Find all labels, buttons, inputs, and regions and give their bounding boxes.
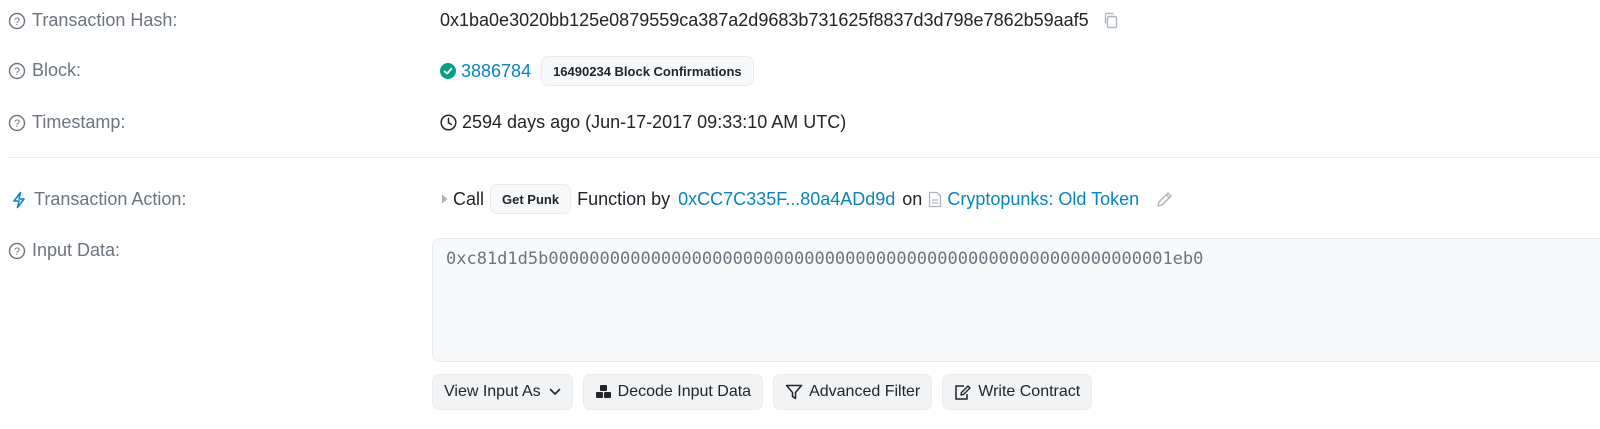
decode-input-data-button[interactable]: Decode Input Data <box>582 374 764 410</box>
block-value-group: 3886784 16490234 Block Confirmations <box>440 56 754 86</box>
svg-text:?: ? <box>14 66 20 78</box>
lightning-icon <box>13 191 25 208</box>
transaction-action-row: Transaction Action: Call Get Punk Functi… <box>0 182 1600 218</box>
question-circle-icon[interactable]: ? <box>8 12 26 30</box>
clock-icon <box>440 114 457 131</box>
input-data-label: Input Data: <box>32 240 121 260</box>
on-text: on <box>902 188 923 209</box>
transaction-action-label-group: Transaction Action: <box>8 189 186 210</box>
check-circle-icon <box>440 63 456 79</box>
cubes-icon <box>595 385 611 398</box>
chevron-down-icon <box>549 388 560 395</box>
section-divider <box>8 157 1600 158</box>
block-confirmations-badge: 16490234 Block Confirmations <box>541 56 754 86</box>
transaction-action-label: Transaction Action: <box>34 189 187 209</box>
question-circle-icon[interactable]: ? <box>8 242 26 260</box>
question-circle-icon[interactable]: ? <box>8 62 26 80</box>
write-contract-button[interactable]: Write Contract <box>942 374 1093 410</box>
function-by-text: Function by <box>577 188 671 209</box>
view-input-as-label: View Input As <box>444 383 541 400</box>
block-row: ? Block: 3886784 16490234 Block Confirma… <box>0 54 1600 90</box>
input-data-actions: View Input As Decode Input Data Advanced… <box>432 374 1093 410</box>
transaction-hash-value: 0x1ba0e3020bb125e0879559ca387a2d9683b731… <box>440 10 1089 30</box>
timestamp-label-group: ? Timestamp: <box>8 112 125 133</box>
contract-link[interactable]: Cryptopunks: Old Token <box>947 189 1139 210</box>
block-number-link[interactable]: 3886784 <box>461 61 531 82</box>
action-call-text: Call <box>453 188 485 209</box>
transaction-hash-label: Transaction Hash: <box>32 10 178 30</box>
edit-document-icon <box>955 384 971 400</box>
svg-text:?: ? <box>14 16 20 28</box>
transaction-hash-label-group: ? Transaction Hash: <box>8 10 177 31</box>
input-data-label-group: ? Input Data: <box>8 240 120 261</box>
question-circle-icon[interactable]: ? <box>8 114 26 132</box>
view-input-as-button[interactable]: View Input As <box>432 374 573 410</box>
transaction-action-value-group: Call Get Punk Function by 0xCC7C335F...8… <box>440 184 1174 214</box>
caret-right-icon[interactable] <box>440 193 450 205</box>
block-label-group: ? Block: <box>8 60 81 81</box>
timestamp-value: 2594 days ago (Jun-17-2017 09:33:10 AM U… <box>462 112 847 132</box>
timestamp-row: ? Timestamp: 2594 days ago (Jun-17-2017 … <box>0 108 1600 142</box>
timestamp-label: Timestamp: <box>32 112 126 132</box>
pencil-icon[interactable] <box>1155 190 1174 209</box>
copy-icon[interactable] <box>1103 12 1119 29</box>
input-data-textarea[interactable]: 0xc81d1d5b000000000000000000000000000000… <box>432 238 1600 362</box>
method-badge: Get Punk <box>490 184 572 214</box>
timestamp-value-group: 2594 days ago (Jun-17-2017 09:33:10 AM U… <box>440 112 846 133</box>
advanced-filter-label: Advanced Filter <box>809 383 921 400</box>
from-address-link[interactable]: 0xCC7C335F...80a4ADd9d <box>678 189 895 210</box>
decode-input-data-label: Decode Input Data <box>617 383 752 400</box>
transaction-hash-value-group: 0x1ba0e3020bb125e0879559ca387a2d9683b731… <box>440 10 1119 31</box>
filter-icon <box>785 384 803 400</box>
svg-text:?: ? <box>14 118 20 130</box>
block-label: Block: <box>32 60 82 80</box>
advanced-filter-button[interactable]: Advanced Filter <box>773 374 933 410</box>
write-contract-label: Write Contract <box>978 383 1081 400</box>
transaction-hash-row: ? Transaction Hash: 0x1ba0e3020bb125e087… <box>0 4 1600 38</box>
svg-text:?: ? <box>14 246 20 258</box>
file-icon <box>929 191 942 207</box>
